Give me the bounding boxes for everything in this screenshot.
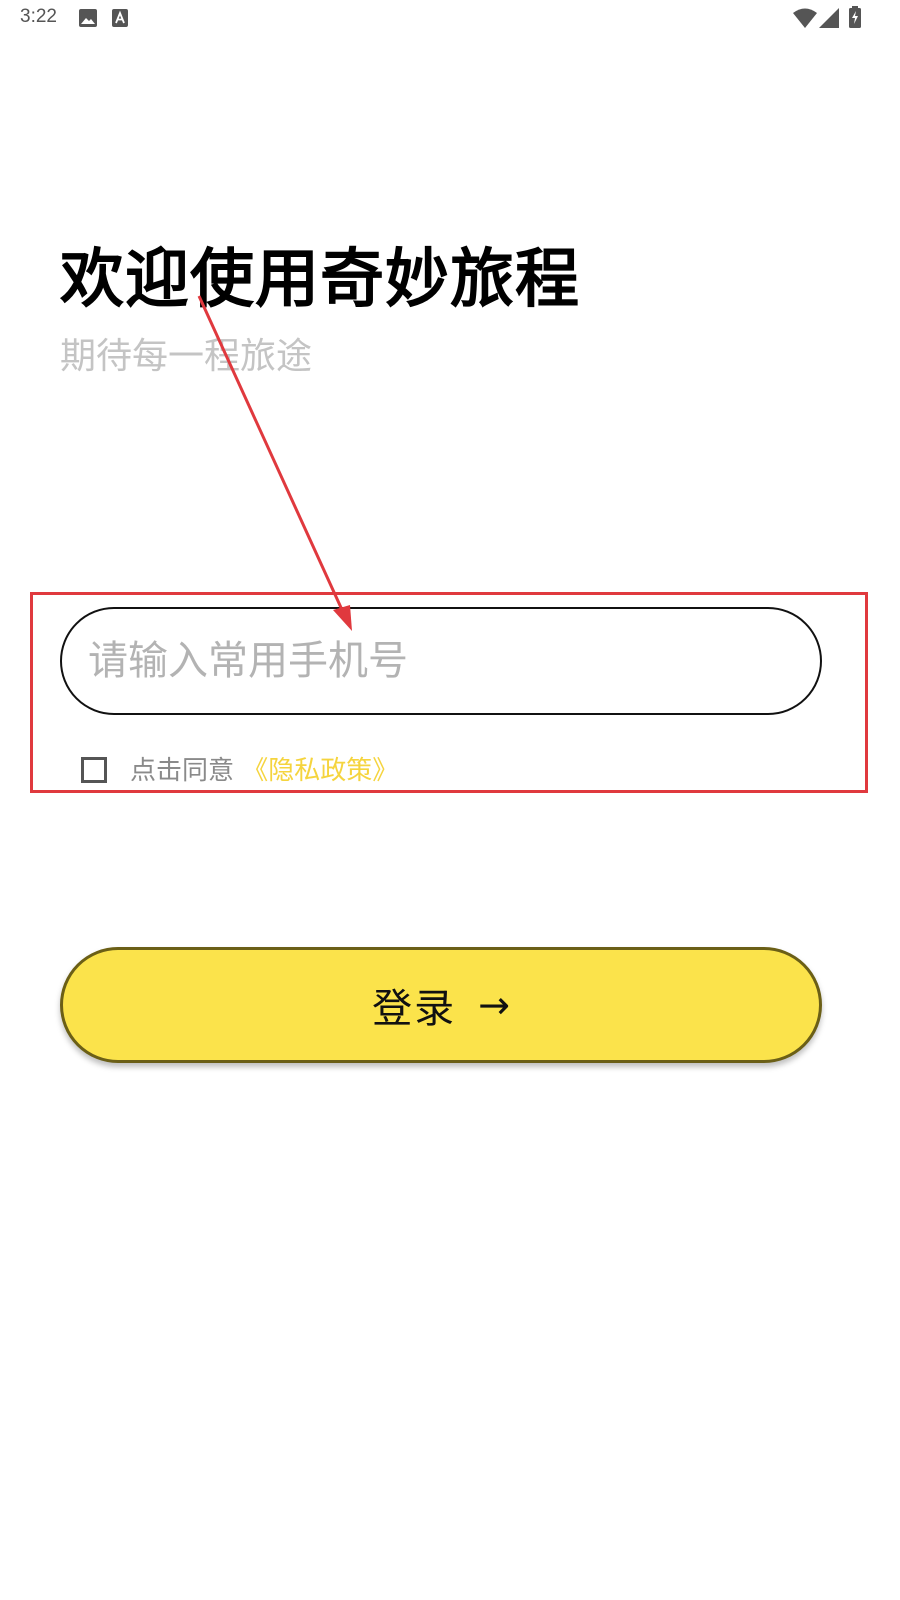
signal-icon	[819, 8, 839, 28]
page-title: 欢迎使用奇妙旅程	[60, 243, 580, 317]
battery-charging-icon	[849, 6, 861, 28]
text-a-icon	[112, 9, 128, 27]
phone-number-input[interactable]	[60, 607, 822, 715]
wifi-icon	[793, 8, 817, 28]
status-time: 3:22	[20, 6, 57, 27]
arrow-right-icon: →	[478, 983, 510, 1027]
page-subtitle: 期待每一程旅途	[60, 336, 313, 377]
status-bar: 3:22	[0, 0, 900, 36]
privacy-policy-link[interactable]: 《隐私政策》	[242, 756, 398, 786]
image-icon	[79, 9, 97, 27]
agree-text: 点击同意	[130, 756, 235, 786]
privacy-agree-row: 点击同意 《隐私政策》	[130, 752, 398, 790]
login-button[interactable]: 登录 →	[60, 947, 822, 1063]
login-button-label: 登录	[372, 986, 457, 1032]
privacy-agree-checkbox[interactable]	[81, 757, 107, 783]
